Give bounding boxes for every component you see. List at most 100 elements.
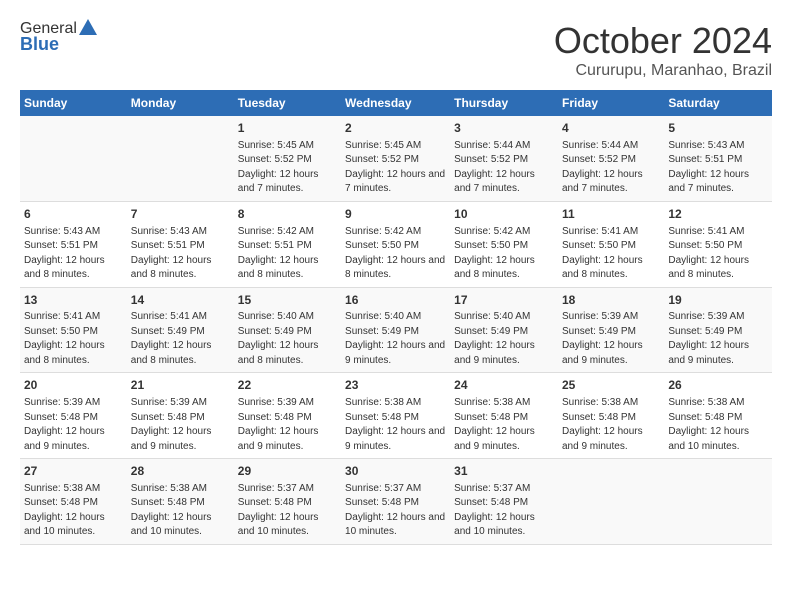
calendar-cell: 3 Sunrise: 5:44 AM Sunset: 5:52 PM Daylig… (450, 116, 558, 201)
page-header: General Blue October 2024 Cururupu, Mara… (20, 20, 772, 80)
calendar-cell: 29Sunrise: 5:37 AM Sunset: 5:48 PM Dayli… (234, 459, 341, 545)
cell-info: Sunrise: 5:37 AM Sunset: 5:48 PM Dayligh… (345, 482, 446, 540)
cell-info: Sunrise: 5:43 AM Sunset: 5:51 PM Dayligh… (668, 139, 768, 197)
day-number: 30 (345, 463, 446, 480)
calendar-cell: 26 Sunrise: 5:38 AM Sunset: 5:48 PM Dayli… (664, 373, 772, 459)
day-number: 31 (454, 463, 554, 480)
cell-info: Sunrise: 5:39 AM Sunset: 5:48 PM Dayligh… (131, 396, 230, 454)
day-number: 25 (562, 377, 660, 394)
day-number: 16 (345, 292, 446, 309)
calendar-cell: 8 Sunrise: 5:42 AM Sunset: 5:51 PM Daylig… (234, 201, 341, 287)
cell-info: Sunrise: 5:39 AM Sunset: 5:48 PM Dayligh… (24, 396, 123, 454)
day-number: 26 (668, 377, 768, 394)
calendar-body: 1 Sunrise: 5:45 AM Sunset: 5:52 PM Daylig… (20, 116, 772, 544)
day-number: 23 (345, 377, 446, 394)
day-number: 3 (454, 120, 554, 137)
calendar-cell: 4 Sunrise: 5:44 AM Sunset: 5:52 PM Daylig… (558, 116, 664, 201)
day-number: 24 (454, 377, 554, 394)
day-of-week-header: Wednesday (341, 90, 450, 116)
cell-info: Sunrise: 5:39 AM Sunset: 5:49 PM Dayligh… (562, 310, 660, 368)
cell-info: Sunrise: 5:38 AM Sunset: 5:48 PM Dayligh… (454, 396, 554, 454)
day-number: 12 (668, 206, 768, 223)
day-number: 1 (238, 120, 337, 137)
cell-info: Sunrise: 5:38 AM Sunset: 5:48 PM Dayligh… (131, 482, 230, 540)
day-number: 21 (131, 377, 230, 394)
day-number: 7 (131, 206, 230, 223)
day-number: 13 (24, 292, 123, 309)
calendar-cell: 6Sunrise: 5:43 AM Sunset: 5:51 PM Daylig… (20, 201, 127, 287)
logo-blue-text: Blue (20, 34, 59, 55)
cell-info: Sunrise: 5:39 AM Sunset: 5:48 PM Dayligh… (238, 396, 337, 454)
calendar-week-row: 27 Sunrise: 5:38 AM Sunset: 5:48 PM Dayli… (20, 459, 772, 545)
day-of-week-header: Friday (558, 90, 664, 116)
day-number: 22 (238, 377, 337, 394)
day-of-week-header: Tuesday (234, 90, 341, 116)
calendar-cell: 27 Sunrise: 5:38 AM Sunset: 5:48 PM Dayli… (20, 459, 127, 545)
day-number: 18 (562, 292, 660, 309)
day-number: 20 (24, 377, 123, 394)
cell-info: Sunrise: 5:39 AM Sunset: 5:49 PM Dayligh… (668, 310, 768, 368)
cell-info: Sunrise: 5:44 AM Sunset: 5:52 PM Dayligh… (454, 139, 554, 197)
cell-info: Sunrise: 5:38 AM Sunset: 5:48 PM Dayligh… (668, 396, 768, 454)
calendar-week-row: 13Sunrise: 5:41 AM Sunset: 5:50 PM Dayli… (20, 287, 772, 373)
day-number: 11 (562, 206, 660, 223)
day-of-week-header: Monday (127, 90, 234, 116)
day-number: 6 (24, 206, 123, 223)
day-number: 5 (668, 120, 768, 137)
calendar-cell: 22 Sunrise: 5:39 AM Sunset: 5:48 PM Dayli… (234, 373, 341, 459)
day-of-week-header: Sunday (20, 90, 127, 116)
calendar-cell: 25Sunrise: 5:38 AM Sunset: 5:48 PM Dayli… (558, 373, 664, 459)
calendar-cell: 12 Sunrise: 5:41 AM Sunset: 5:50 PM Dayli… (664, 201, 772, 287)
title-block: October 2024 Cururupu, Maranhao, Brazil (554, 20, 772, 80)
day-number: 19 (668, 292, 768, 309)
calendar-cell (127, 116, 234, 201)
cell-info: Sunrise: 5:40 AM Sunset: 5:49 PM Dayligh… (345, 310, 446, 368)
cell-info: Sunrise: 5:40 AM Sunset: 5:49 PM Dayligh… (238, 310, 337, 368)
calendar-cell: 2 Sunrise: 5:45 AM Sunset: 5:52 PM Daylig… (341, 116, 450, 201)
calendar-cell (558, 459, 664, 545)
cell-info: Sunrise: 5:38 AM Sunset: 5:48 PM Dayligh… (24, 482, 123, 540)
location-title: Cururupu, Maranhao, Brazil (554, 62, 772, 80)
calendar-cell: 24 Sunrise: 5:38 AM Sunset: 5:48 PM Dayli… (450, 373, 558, 459)
cell-info: Sunrise: 5:45 AM Sunset: 5:52 PM Dayligh… (345, 139, 446, 197)
cell-info: Sunrise: 5:42 AM Sunset: 5:50 PM Dayligh… (345, 225, 446, 283)
calendar-cell: 11 Sunrise: 5:41 AM Sunset: 5:50 PM Dayli… (558, 201, 664, 287)
calendar-cell: 17Sunrise: 5:40 AM Sunset: 5:49 PM Dayli… (450, 287, 558, 373)
calendar-cell: 20 Sunrise: 5:39 AM Sunset: 5:48 PM Dayli… (20, 373, 127, 459)
month-title: October 2024 (554, 20, 772, 62)
calendar-cell: 5 Sunrise: 5:43 AM Sunset: 5:51 PM Daylig… (664, 116, 772, 201)
cell-info: Sunrise: 5:42 AM Sunset: 5:50 PM Dayligh… (454, 225, 554, 283)
calendar-cell: 1Sunrise: 5:45 AM Sunset: 5:52 PM Daylig… (234, 116, 341, 201)
cell-info: Sunrise: 5:41 AM Sunset: 5:50 PM Dayligh… (562, 225, 660, 283)
day-number: 14 (131, 292, 230, 309)
cell-info: Sunrise: 5:42 AM Sunset: 5:51 PM Dayligh… (238, 225, 337, 283)
day-number: 8 (238, 206, 337, 223)
calendar-cell: 14Sunrise: 5:41 AM Sunset: 5:49 PM Dayli… (127, 287, 234, 373)
calendar-header-row: SundayMondayTuesdayWednesdayThursdayFrid… (20, 90, 772, 116)
calendar-cell: 16Sunrise: 5:40 AM Sunset: 5:49 PM Dayli… (341, 287, 450, 373)
calendar-cell: 28 Sunrise: 5:38 AM Sunset: 5:48 PM Dayli… (127, 459, 234, 545)
calendar-cell: 9 Sunrise: 5:42 AM Sunset: 5:50 PM Daylig… (341, 201, 450, 287)
calendar-cell: 19Sunrise: 5:39 AM Sunset: 5:49 PM Dayli… (664, 287, 772, 373)
calendar-cell: 21 Sunrise: 5:39 AM Sunset: 5:48 PM Dayli… (127, 373, 234, 459)
day-number: 4 (562, 120, 660, 137)
calendar-cell: 10Sunrise: 5:42 AM Sunset: 5:50 PM Dayli… (450, 201, 558, 287)
calendar-cell: 23 Sunrise: 5:38 AM Sunset: 5:48 PM Dayli… (341, 373, 450, 459)
cell-info: Sunrise: 5:40 AM Sunset: 5:49 PM Dayligh… (454, 310, 554, 368)
calendar-week-row: 1 Sunrise: 5:45 AM Sunset: 5:52 PM Daylig… (20, 116, 772, 201)
cell-info: Sunrise: 5:38 AM Sunset: 5:48 PM Dayligh… (345, 396, 446, 454)
day-number: 9 (345, 206, 446, 223)
logo-bird-icon (79, 19, 97, 35)
cell-info: Sunrise: 5:41 AM Sunset: 5:50 PM Dayligh… (668, 225, 768, 283)
calendar-cell (664, 459, 772, 545)
cell-info: Sunrise: 5:37 AM Sunset: 5:48 PM Dayligh… (454, 482, 554, 540)
calendar-cell (20, 116, 127, 201)
day-of-week-header: Thursday (450, 90, 558, 116)
day-number: 27 (24, 463, 123, 480)
calendar-cell: 18Sunrise: 5:39 AM Sunset: 5:49 PM Dayli… (558, 287, 664, 373)
day-number: 28 (131, 463, 230, 480)
day-of-week-header: Saturday (664, 90, 772, 116)
calendar-cell: 13Sunrise: 5:41 AM Sunset: 5:50 PM Dayli… (20, 287, 127, 373)
day-number: 2 (345, 120, 446, 137)
cell-info: Sunrise: 5:44 AM Sunset: 5:52 PM Dayligh… (562, 139, 660, 197)
